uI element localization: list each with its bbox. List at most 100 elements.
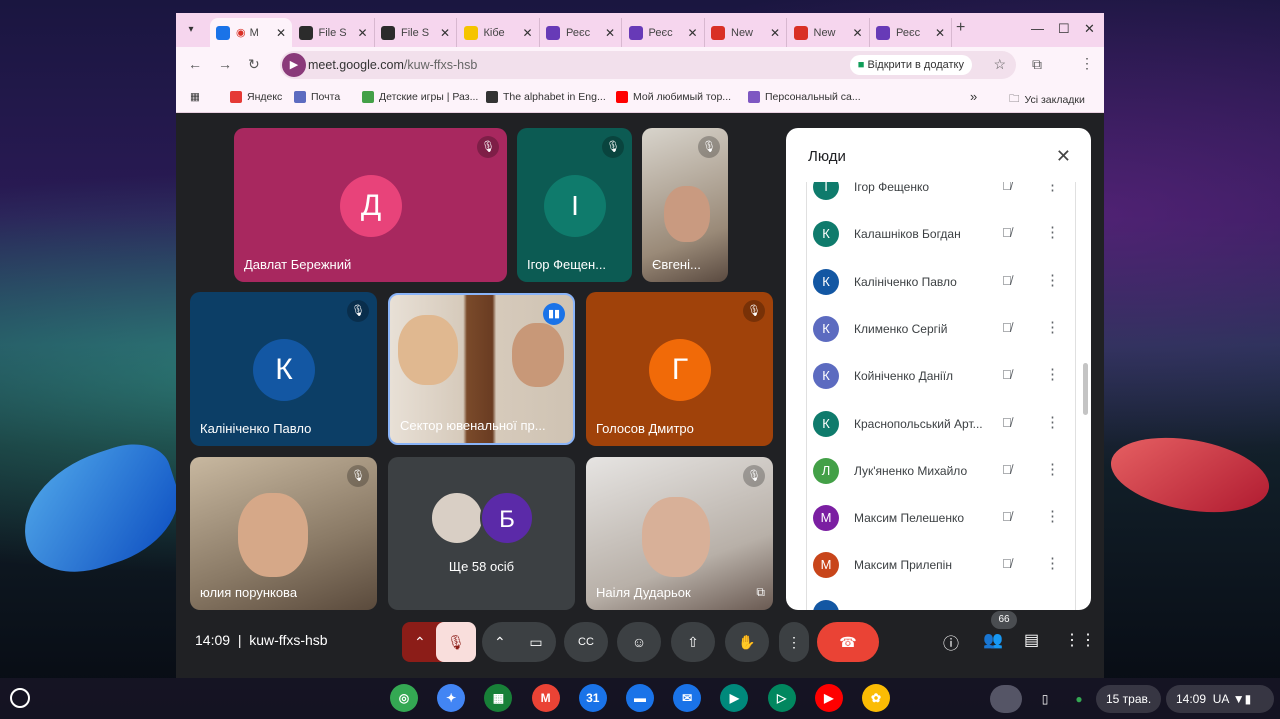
maximize-icon[interactable]: ☐ (1058, 21, 1070, 37)
more-vert-icon[interactable]: ⋮ (1045, 318, 1060, 336)
camera-button[interactable]: ▭ (516, 622, 556, 662)
mic-off-icon[interactable]: 🎙̸ (1002, 556, 1012, 571)
present-button[interactable]: ⇧ (671, 622, 715, 662)
close-window-icon[interactable]: ✕ (1084, 21, 1095, 37)
gmail-icon[interactable]: M (531, 684, 560, 712)
pip-icon[interactable]: ⧉ (756, 585, 765, 600)
participant-item[interactable]: К Краснопольський Арт... 🎙̸ ⋮ (807, 401, 1075, 448)
close-tab-icon[interactable]: ✕ (605, 26, 615, 40)
participant-item[interactable]: М Максим Пелешенко 🎙̸ ⋮ (807, 495, 1075, 542)
reactions-button[interactable]: ☺ (617, 622, 661, 662)
bookmark-4[interactable]: Мой любимый тор... (616, 91, 731, 103)
launcher-icon[interactable] (10, 688, 30, 708)
date-tray[interactable]: 15 трав. (1096, 685, 1162, 713)
user-avatar[interactable] (990, 685, 1022, 713)
mic-off-button[interactable]: 🎙 (436, 622, 476, 662)
mic-options-icon[interactable]: ⌃ (414, 622, 426, 662)
mic-off-icon[interactable]: 🎙̸ (1002, 367, 1012, 382)
camera-options-icon[interactable]: ⌃ (494, 622, 506, 662)
chat-icon[interactable]: ✉ (673, 684, 702, 712)
forward-icon[interactable]: → (218, 56, 232, 72)
all-bookmarks-folder[interactable]: 🗀 Усі закладки (1009, 91, 1085, 109)
captions-button[interactable]: CC (564, 622, 608, 662)
more-vert-icon[interactable]: ⋮ (1045, 271, 1060, 289)
mic-off-icon[interactable]: 🎙̸ (1002, 415, 1012, 430)
close-tab-icon[interactable]: ✕ (522, 26, 532, 40)
tile-nailya[interactable]: 🎙 Наіля Дударьок ⧉ (586, 457, 773, 610)
scrollbar[interactable] (1083, 363, 1088, 415)
bookmark-star-icon[interactable]: ☆ (993, 56, 1006, 73)
participant-item[interactable]: Л Лук'яненко Михайло 🎙̸ ⋮ (807, 448, 1075, 495)
tile-igor[interactable]: І 🎙 Ігор Фещен... (517, 128, 632, 282)
mic-off-icon[interactable]: 🎙̸ (1002, 225, 1012, 240)
mic-off-icon[interactable]: 🎙̸ (1002, 509, 1012, 524)
youtube-icon[interactable]: ▶ (814, 684, 843, 712)
people-list[interactable]: І Ігор Фещенко 🎙̸ ⋮ К Калашніков Богдан 🎙̸ ⋮ К Ка… (806, 182, 1076, 610)
bookmark-2[interactable]: Детские игры | Раз... (362, 91, 478, 103)
back-icon[interactable]: ← (188, 56, 202, 72)
more-vert-icon[interactable]: ⋮ (1045, 460, 1060, 478)
mic-off-icon[interactable]: 🎙̸ (1002, 273, 1012, 288)
more-vert-icon[interactable]: ⋮ (1045, 223, 1060, 241)
tile-sector[interactable]: ▮▮ Сектор ювенальної пр... (388, 293, 575, 445)
tab-6[interactable]: New ✕ (705, 18, 787, 47)
bookmark-0[interactable]: Яндекс (230, 91, 282, 103)
more-options-button[interactable]: ⋮ (779, 622, 809, 662)
mic-off-icon[interactable]: 🎙̸ (1002, 320, 1012, 335)
tab-8[interactable]: Реєс ✕ (870, 18, 952, 47)
chat-icon[interactable]: ▤ (1024, 630, 1039, 650)
new-tab-button[interactable]: + (956, 19, 965, 37)
tile-more-people[interactable]: Б Ще 58 осіб (388, 457, 575, 610)
more-vert-icon[interactable]: ⋮ (1045, 507, 1060, 525)
chrome-icon[interactable]: ◎ (390, 684, 418, 712)
participant-item[interactable]: К Калініченко Павло 🎙̸ ⋮ (807, 259, 1075, 306)
info-icon[interactable]: ⓘ (943, 630, 959, 654)
close-tab-icon[interactable]: ✕ (276, 26, 286, 40)
tile-evgen[interactable]: 🎙 Євгені... (642, 128, 728, 282)
status-tray[interactable]: 14:09 UA ▼▮ (1166, 685, 1274, 713)
participant-item[interactable]: І Ігор Фещенко 🎙̸ ⋮ (807, 182, 1075, 211)
bookmark-5[interactable]: Персональный са... (748, 91, 861, 103)
raise-hand-button[interactable]: ✋ (725, 622, 769, 662)
address-bar[interactable]: ▶ meet.google.com/kuw-ffxs-hsb ■ Відкрит… (280, 51, 1016, 79)
people-icon[interactable]: 👥 (983, 630, 1003, 650)
browser-menu-icon[interactable]: ⋮ (1080, 55, 1094, 72)
tile-yulia[interactable]: 🎙 юлия порункова (190, 457, 377, 610)
files-icon[interactable]: ▬ (626, 684, 654, 712)
tile-golosov[interactable]: Г 🎙 Голосов Дмитро (586, 292, 773, 446)
participant-item[interactable]: К Калашніков Богдан 🎙̸ ⋮ (807, 211, 1075, 258)
site-info-icon[interactable]: ▶ (282, 53, 306, 77)
mic-off-icon[interactable]: 🎙̸ (1002, 462, 1012, 477)
minimize-icon[interactable]: — (1031, 21, 1044, 36)
phone-hub-icon[interactable]: ▯ (1034, 685, 1056, 713)
activities-icon[interactable]: ⋮⋮ (1064, 630, 1096, 650)
gemini-icon[interactable]: ✦ (437, 684, 466, 712)
tab-2[interactable]: File S ✕ (375, 18, 457, 47)
tab-4[interactable]: Реєс ✕ (540, 18, 622, 47)
open-in-app-button[interactable]: ■ Відкрити в додатку (849, 55, 972, 75)
close-tab-icon[interactable]: ✕ (357, 26, 367, 40)
end-call-button[interactable]: ☎ (817, 622, 879, 662)
close-tab-icon[interactable]: ✕ (770, 26, 780, 40)
participant-item-partial[interactable] (807, 590, 1075, 610)
more-vert-icon[interactable]: ⋮ (1045, 182, 1060, 194)
extensions-icon[interactable]: ⧉ (1032, 56, 1042, 73)
participant-item[interactable]: М Максим Прилепін 🎙̸ ⋮ (807, 542, 1075, 589)
more-vert-icon[interactable]: ⋮ (1045, 554, 1060, 572)
bookmark-1[interactable]: Почта (294, 91, 340, 103)
calendar-icon[interactable]: 31 (578, 684, 607, 712)
close-tab-icon[interactable]: ✕ (852, 26, 862, 40)
close-tab-icon[interactable]: ✕ (935, 26, 945, 40)
apps-grid-icon[interactable]: ▦ (190, 91, 200, 103)
close-icon[interactable]: ✕ (1056, 146, 1071, 167)
photos-icon[interactable]: ✿ (862, 684, 890, 712)
meet-icon[interactable]: ▶ (720, 684, 749, 712)
participant-item[interactable]: К Койніченко Даніїл 🎙̸ ⋮ (807, 353, 1075, 400)
tab-7[interactable]: New ✕ (788, 18, 870, 47)
close-tab-icon[interactable]: ✕ (687, 26, 697, 40)
participant-item[interactable]: К Клименко Сергій 🎙̸ ⋮ (807, 306, 1075, 353)
more-vert-icon[interactable]: ⋮ (1045, 365, 1060, 383)
apps-icon[interactable]: ▦ (484, 684, 513, 712)
mic-off-icon[interactable]: 🎙̸ (1002, 182, 1012, 193)
more-bookmarks-icon[interactable]: » (970, 89, 977, 104)
